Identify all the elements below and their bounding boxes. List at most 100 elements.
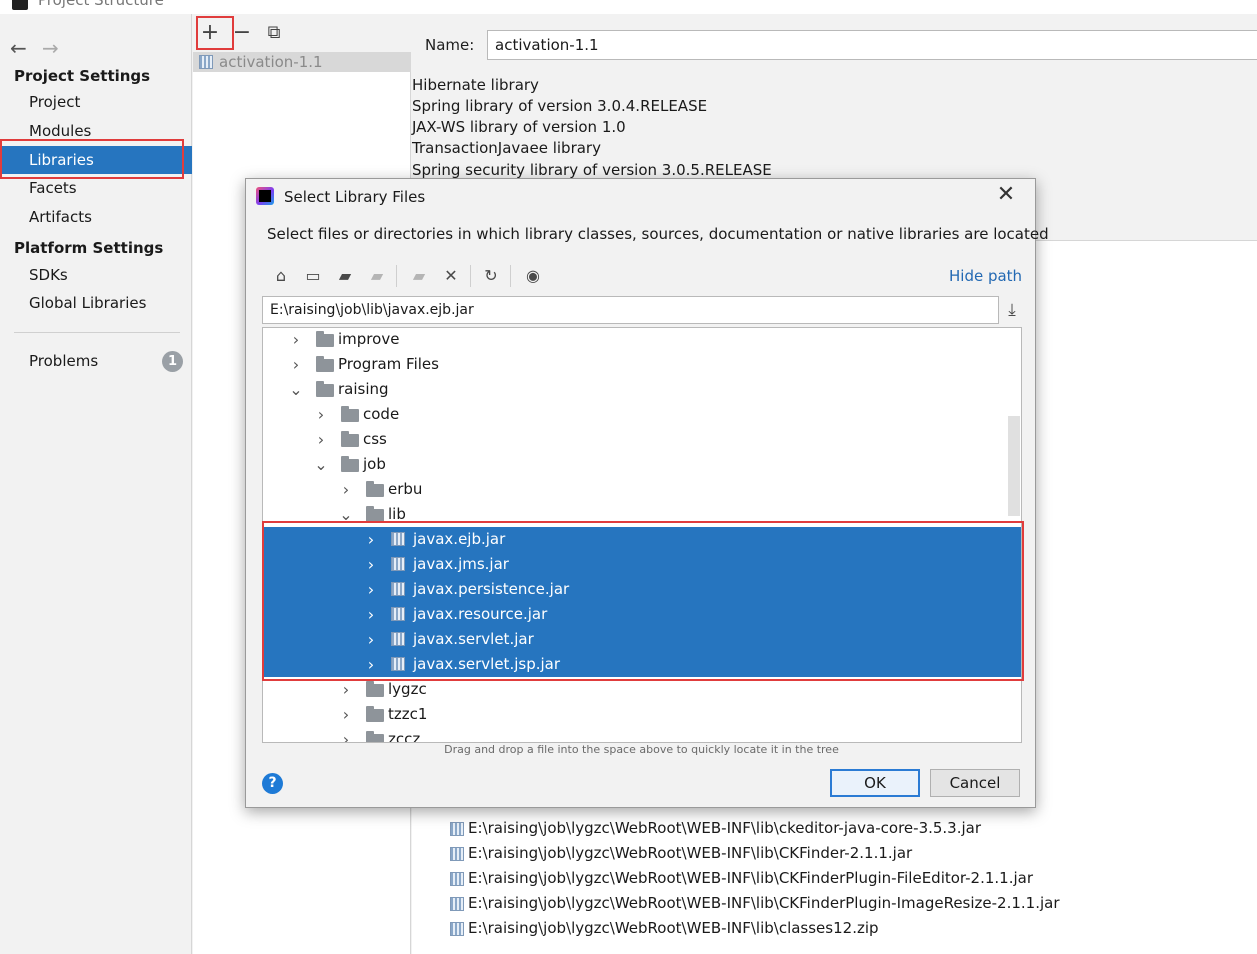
toolbar-separator [470, 265, 471, 287]
chevron-right-icon[interactable]: › [314, 427, 328, 452]
close-icon[interactable]: ✕ [994, 183, 1018, 207]
tree-item-folder[interactable]: › improve [263, 328, 1021, 352]
jar-icon [391, 557, 405, 571]
chevron-right-icon[interactable]: › [364, 577, 378, 602]
platform-settings-heading: Platform Settings [14, 239, 164, 257]
tree-item-label: javax.jms.jar [413, 555, 509, 573]
tree-item-folder[interactable]: › code [263, 402, 1021, 427]
tree-item-label: lygzc [388, 680, 427, 698]
chevron-right-icon[interactable]: › [364, 602, 378, 627]
library-name-input[interactable] [487, 30, 1257, 60]
tree-item-folder[interactable]: ⌄ job [263, 452, 1021, 477]
tree-item-label: css [363, 430, 387, 448]
tree-item-jar[interactable]: › javax.servlet.jsp.jar [263, 652, 1021, 677]
tree-item-folder[interactable]: › Program Files [263, 352, 1021, 377]
intellij-app-icon [256, 187, 274, 205]
chevron-right-icon[interactable]: › [339, 677, 353, 702]
library-root-path[interactable]: E:\raising\job\lygzc\WebRoot\WEB-INF\lib… [450, 819, 981, 837]
library-list-item[interactable]: activation-1.1 [193, 52, 411, 72]
toolbar-separator [510, 265, 511, 287]
folder-icon [366, 706, 384, 722]
library-kind-line: Spring library of version 3.0.4.RELEASE [412, 97, 708, 115]
tree-item-label: tzzc1 [388, 705, 428, 723]
file-tree: › improve › Program Files ⌄ raising › code › css ⌄… [262, 327, 1022, 743]
tree-item-folder[interactable]: › erbu [263, 477, 1021, 502]
folder-icon [366, 731, 384, 742]
library-root-path[interactable]: E:\raising\job\lygzc\WebRoot\WEB-INF\lib… [450, 919, 879, 937]
desktop-icon[interactable]: ▭ [302, 265, 324, 287]
jar-icon [450, 897, 464, 911]
tree-item-label: Program Files [338, 355, 439, 373]
library-kind-line: TransactionJavaee library [412, 139, 601, 157]
delete-icon[interactable]: ✕ [440, 265, 462, 287]
tree-scrollbar[interactable] [1008, 416, 1020, 516]
new-folder-icon[interactable]: ▰ [408, 265, 430, 287]
ok-button[interactable]: OK [830, 769, 920, 797]
chevron-right-icon[interactable]: › [339, 477, 353, 502]
chevron-down-icon[interactable]: ⌄ [289, 377, 303, 402]
chevron-right-icon[interactable]: › [364, 627, 378, 652]
module-folder-icon[interactable]: ▰ [366, 265, 388, 287]
forward-arrow-icon[interactable]: → [42, 36, 59, 60]
tree-item-jar[interactable]: › javax.ejb.jar [263, 527, 1021, 552]
refresh-icon[interactable]: ↻ [480, 265, 502, 287]
tree-item-jar[interactable]: › javax.resource.jar [263, 602, 1021, 627]
sidebar-item-facets[interactable]: Facets [0, 174, 192, 202]
library-root-path[interactable]: E:\raising\job\lygzc\WebRoot\WEB-INF\lib… [450, 869, 1033, 887]
tree-item-folder[interactable]: ⌄ raising [263, 377, 1021, 402]
tree-item-jar[interactable]: › javax.persistence.jar [263, 577, 1021, 602]
remove-library-button[interactable]: − [228, 20, 256, 48]
back-arrow-icon[interactable]: ← [10, 36, 27, 60]
chevron-right-icon[interactable]: › [339, 702, 353, 727]
jar-icon [391, 607, 405, 621]
folder-icon [366, 681, 384, 697]
download-icon[interactable]: ⤓ [1002, 297, 1022, 323]
tree-item-label: javax.ejb.jar [413, 530, 506, 548]
sidebar-item-sdks[interactable]: SDKs [0, 261, 192, 289]
sidebar-item-modules[interactable]: Modules [0, 117, 192, 145]
chevron-right-icon[interactable]: › [364, 527, 378, 552]
help-button[interactable]: ? [262, 773, 283, 794]
folder-icon [366, 481, 384, 497]
tree-item-folder[interactable]: › tzzc1 [263, 702, 1021, 727]
tree-item-jar[interactable]: › javax.servlet.jar [263, 627, 1021, 652]
library-root-path[interactable]: E:\raising\job\lygzc\WebRoot\WEB-INF\lib… [450, 894, 1060, 912]
chevron-right-icon[interactable]: › [339, 727, 353, 742]
name-label: Name: [425, 36, 475, 54]
window-title: Project Structure [38, 0, 164, 9]
project-settings-heading: Project Settings [14, 67, 151, 85]
tree-item-label: erbu [388, 480, 423, 498]
tree-item-jar[interactable]: › javax.jms.jar [263, 552, 1021, 577]
tree-item-label: code [363, 405, 400, 423]
path-input[interactable] [262, 296, 999, 324]
chevron-right-icon[interactable]: › [289, 328, 303, 352]
library-kind-line: JAX-WS library of version 1.0 [412, 118, 626, 136]
project-folder-icon[interactable]: ▰ [334, 265, 356, 287]
copy-library-button[interactable]: ⧉ [260, 20, 288, 48]
chevron-right-icon[interactable]: › [364, 552, 378, 577]
chevron-right-icon[interactable]: › [314, 402, 328, 427]
jar-icon [450, 872, 464, 886]
chevron-right-icon[interactable]: › [289, 352, 303, 377]
chevron-down-icon[interactable]: ⌄ [314, 452, 328, 477]
sidebar-item-libraries[interactable]: Libraries [0, 146, 192, 174]
chevron-down-icon[interactable]: ⌄ [339, 502, 353, 527]
hide-path-link[interactable]: Hide path [949, 267, 1022, 285]
sidebar-item-artifacts[interactable]: Artifacts [0, 203, 192, 231]
add-library-button[interactable]: + [196, 20, 224, 48]
sidebar-item-global-libraries[interactable]: Global Libraries [0, 289, 192, 317]
tree-item-folder[interactable]: ⌄ lib [263, 502, 1021, 527]
home-icon[interactable]: ⌂ [270, 265, 292, 287]
tree-item-folder[interactable]: › css [263, 427, 1021, 452]
tree-item-label: lib [388, 505, 406, 523]
library-root-path[interactable]: E:\raising\job\lygzc\WebRoot\WEB-INF\lib… [450, 844, 912, 862]
sidebar-item-project[interactable]: Project [0, 88, 192, 116]
tree-item-label: javax.persistence.jar [413, 580, 570, 598]
chevron-right-icon[interactable]: › [364, 652, 378, 677]
folder-icon [341, 456, 359, 472]
tree-item-folder[interactable]: › lygzc [263, 677, 1021, 702]
cancel-button[interactable]: Cancel [930, 769, 1020, 797]
folder-icon [316, 381, 334, 397]
show-hidden-icon[interactable]: ◉ [522, 265, 544, 287]
tree-item-folder[interactable]: › zccz [263, 727, 1021, 742]
